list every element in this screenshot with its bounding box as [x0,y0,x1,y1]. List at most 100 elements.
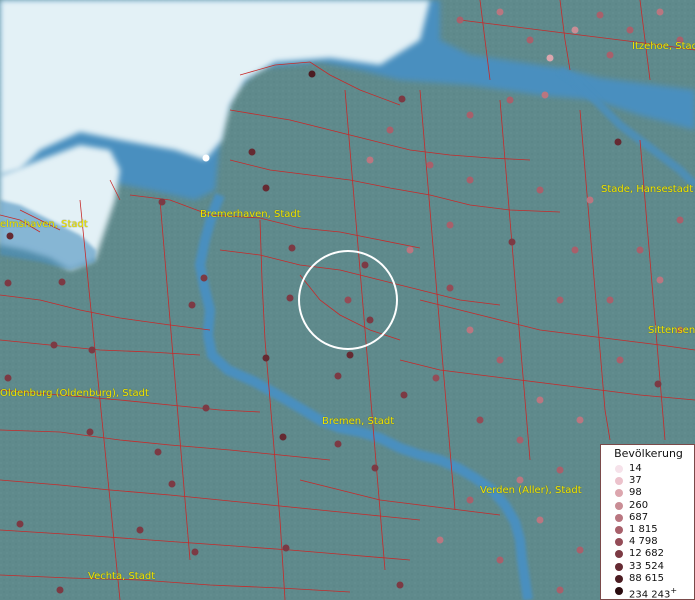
legend-open-end-marker: + [670,586,678,595]
population-dot [586,196,594,204]
population-dot [656,276,664,284]
label-itzehoe: Itzehoe, Stadt [632,41,695,52]
legend-swatch [615,574,623,583]
legend-label: 98 [629,487,642,499]
legend-swatch [615,587,623,595]
population-dot [466,176,474,184]
population-dot [344,296,352,304]
legend-label: 1 815 [629,524,658,535]
legend: Bevölkerung 14 37 98 260 687 1 815 4 798 12 682… [600,444,695,600]
legend-label: 33 524 [629,560,664,572]
legend-label: 12 682 [629,548,664,560]
population-dot [571,26,579,34]
population-dot [496,556,504,564]
population-dot [202,154,210,162]
population-dot [496,8,504,16]
population-dot [191,548,199,556]
label-oldenburg: Oldenburg (Oldenburg), Stadt [0,388,149,399]
map-canvas[interactable] [0,0,695,600]
population-dot [202,404,210,412]
population-dot [286,294,294,302]
population-dot [676,216,684,224]
legend-swatch [615,513,623,522]
population-dot [346,351,354,359]
population-dot [606,51,614,59]
population-dot [154,448,162,456]
population-dot [366,316,374,324]
population-dot [576,546,584,554]
population-dot [576,416,584,424]
population-dot [556,466,564,474]
label-vechta: Vechta, Stadt [88,571,156,582]
population-dot [386,126,394,134]
population-dot [400,391,408,399]
population-dot [571,246,579,254]
legend-label: 88 615 [629,572,664,584]
population-dot [50,341,58,349]
legend-label: 687 [629,511,649,523]
population-dot [466,496,474,504]
population-dot [654,380,662,388]
population-dot [526,36,534,44]
population-dot [398,95,406,103]
population-dot [158,198,166,206]
population-dot [541,91,549,99]
population-dot [556,296,564,304]
legend-swatch [615,477,623,486]
population-dot [88,346,96,354]
population-dot [606,296,614,304]
population-dot [506,96,514,104]
population-dot [556,586,564,594]
label-stade: Stade, Hansestadt [601,184,694,195]
population-dot [466,111,474,119]
legend-swatch [615,501,623,510]
population-dot [262,354,270,362]
population-dot [396,581,404,589]
population-dot [536,516,544,524]
legend-label: 14 [629,463,642,474]
population-dot [536,186,544,194]
population-dot [496,356,504,364]
population-dot [516,476,524,484]
legend-swatch [615,526,623,534]
population-dot [636,246,644,254]
population-dot [436,536,444,544]
legend-swatch [615,538,623,547]
population-dot [476,416,484,424]
population-dot [508,238,516,246]
population-dot [536,396,544,404]
population-dot [200,274,208,282]
population-dot [614,138,622,146]
population-dot [616,356,624,364]
population-dot [366,156,374,164]
population-dot [58,278,66,286]
population-dot [334,440,342,448]
population-dot [86,428,94,436]
label-wilhelmshaven: elmshaven, Stadt [0,219,88,230]
population-dot [426,161,434,169]
legend-label: 260 [629,499,649,511]
map[interactable]: Itzehoe, Stadt Stade, Hansestadt Bremerh… [0,0,695,600]
legend-swatch [615,550,623,559]
legend-label: 4 798 [629,536,658,548]
legend-swatch [615,562,623,571]
population-dot [596,11,604,19]
population-dot [456,16,464,24]
population-dot [466,326,474,334]
label-sittensen: Sittensen [648,325,695,336]
population-dot [248,148,256,156]
population-dot [188,301,196,309]
population-dot [262,184,270,192]
label-bremen: Bremen, Stadt [322,416,395,427]
legend-label: 234 243+ [629,586,678,600]
population-dot [4,279,12,287]
population-dot [168,480,176,488]
population-dot [656,8,664,16]
population-dot [446,284,454,292]
population-dot [16,520,24,528]
population-dot [136,526,144,534]
label-bremerhaven: Bremerhaven, Stadt [200,209,301,220]
population-dot [279,433,287,441]
population-dot [371,464,379,472]
population-dot [56,586,64,594]
